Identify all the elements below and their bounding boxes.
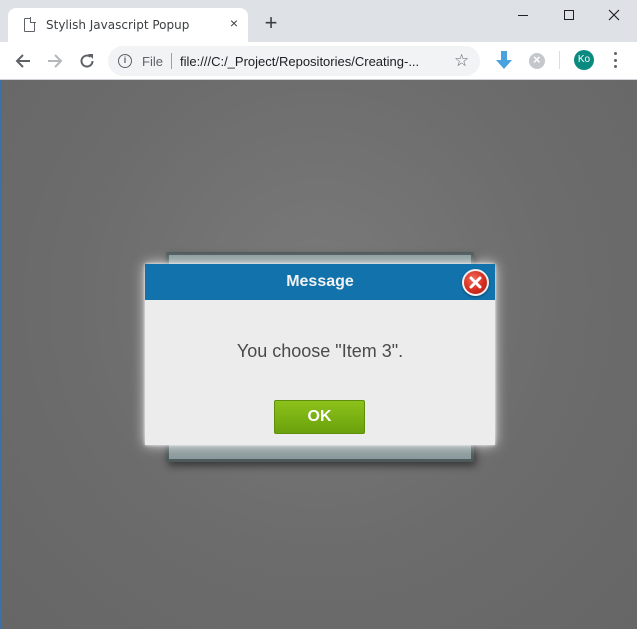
new-tab-button[interactable]: + <box>260 12 282 34</box>
window-left-edge <box>0 80 2 629</box>
maximize-button[interactable] <box>546 0 592 30</box>
back-button[interactable] <box>10 48 36 74</box>
forward-button[interactable] <box>42 48 68 74</box>
address-bar[interactable]: i File file:///C:/_Project/Repositories/… <box>108 46 480 76</box>
popup-title: Message <box>286 273 354 290</box>
url-text[interactable]: file:///C:/_Project/Repositories/Creatin… <box>180 54 419 69</box>
bookmark-star-icon[interactable]: ☆ <box>454 51 469 71</box>
arrow-left-icon <box>15 54 30 68</box>
maximize-icon <box>564 10 574 20</box>
popup-close-button[interactable] <box>462 269 489 296</box>
ok-button[interactable]: OK <box>274 400 365 434</box>
page-icon <box>24 17 36 32</box>
reload-button[interactable] <box>74 48 100 74</box>
reload-icon <box>80 54 94 68</box>
title-bar: Stylish Javascript Popup × + <box>0 0 637 42</box>
minimize-button[interactable] <box>500 0 546 30</box>
popup-message: You choose "Item 3". <box>236 341 404 361</box>
tab-title: Stylish Javascript Popup <box>46 18 190 32</box>
tab-active[interactable]: Stylish Javascript Popup × <box>8 8 248 42</box>
popup-header: Message <box>145 264 495 300</box>
toolbar-divider <box>559 51 560 69</box>
scheme-label: File <box>142 54 163 69</box>
info-icon[interactable]: i <box>118 54 132 68</box>
close-x-icon <box>469 276 482 289</box>
minimize-icon <box>518 14 528 16</box>
tab-close-button[interactable]: × <box>226 15 242 31</box>
close-window-button[interactable] <box>591 0 637 30</box>
address-separator <box>171 53 172 69</box>
download-arrow-icon[interactable] <box>494 50 514 72</box>
close-icon <box>608 9 620 21</box>
arrow-right-icon <box>48 54 63 68</box>
extension-icon[interactable] <box>529 52 545 69</box>
profile-avatar[interactable]: Ko <box>574 50 594 70</box>
page-viewport: Message You choose "Item 3". OK <box>0 80 637 629</box>
menu-kebab-icon[interactable] <box>612 52 618 68</box>
message-popup: Message You choose "Item 3". OK <box>145 264 495 445</box>
